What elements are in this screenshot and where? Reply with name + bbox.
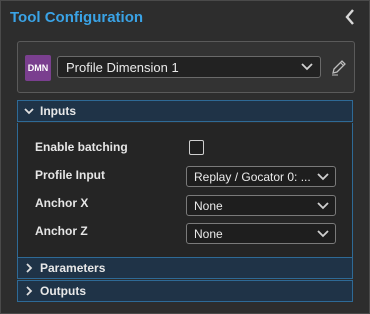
inputs-body: Enable batching Profile Input Replay / G… <box>17 123 353 257</box>
tool-type-badge: DMN <box>25 55 51 81</box>
profile-input-dropdown[interactable]: Replay / Gocator 0: ... <box>186 166 336 187</box>
tool-name-dropdown[interactable]: Profile Dimension 1 <box>57 56 321 78</box>
section-inputs-header[interactable]: Inputs <box>17 100 353 122</box>
tool-configuration-panel: Tool Configuration DMN Profile Dimension… <box>0 0 370 314</box>
chevron-down-icon <box>24 108 34 115</box>
chevron-right-icon <box>26 263 33 273</box>
panel-title: Tool Configuration <box>10 9 144 26</box>
chevron-down-icon <box>317 230 329 238</box>
enable-batching-label: Enable batching <box>35 140 128 154</box>
profile-input-value: Replay / Gocator 0: ... <box>194 169 311 184</box>
anchor-z-label: Anchor Z <box>35 224 88 238</box>
chevron-down-icon <box>301 63 313 71</box>
section-outputs-label: Outputs <box>40 284 86 298</box>
chevron-right-icon <box>26 286 33 296</box>
section-outputs-header[interactable]: Outputs <box>17 280 353 302</box>
chevron-left-icon[interactable] <box>343 7 357 27</box>
anchor-x-dropdown[interactable]: None <box>186 195 336 216</box>
anchor-z-dropdown[interactable]: None <box>186 223 336 244</box>
profile-input-label: Profile Input <box>35 168 105 182</box>
tool-selector-box: DMN Profile Dimension 1 <box>17 41 355 93</box>
anchor-z-value: None <box>194 226 223 241</box>
section-parameters-header[interactable]: Parameters <box>17 257 353 279</box>
enable-batching-checkbox[interactable] <box>189 140 204 155</box>
chevron-down-icon <box>317 202 329 210</box>
anchor-x-label: Anchor X <box>35 196 89 210</box>
chevron-down-icon <box>317 173 329 181</box>
section-parameters-label: Parameters <box>40 261 106 275</box>
pencil-icon[interactable] <box>329 56 347 78</box>
tool-name-label: Profile Dimension 1 <box>66 59 179 75</box>
anchor-x-value: None <box>194 198 223 213</box>
section-inputs-label: Inputs <box>40 104 76 118</box>
